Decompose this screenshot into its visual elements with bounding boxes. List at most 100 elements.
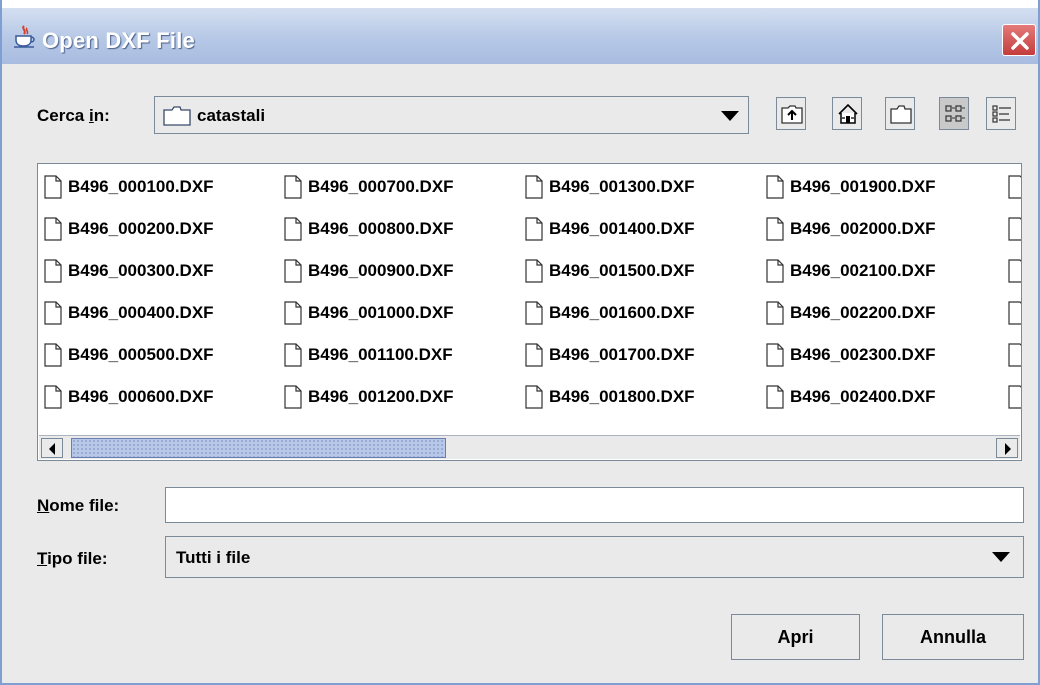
file-icon bbox=[284, 343, 302, 367]
list-item[interactable]: B496_002100.DXF bbox=[766, 256, 936, 286]
cancel-button[interactable]: Annulla bbox=[882, 614, 1024, 660]
title-bar[interactable]: Open DXF File bbox=[2, 0, 1038, 64]
details-view-icon bbox=[992, 105, 1011, 123]
list-item[interactable]: B496_001700.DXF bbox=[525, 340, 695, 370]
list-item[interactable]: B496_002200.DXF bbox=[766, 298, 936, 328]
file-icon bbox=[525, 301, 543, 325]
file-name: B496_001200.DXF bbox=[308, 387, 454, 406]
chevron-down-icon[interactable] bbox=[992, 552, 1010, 562]
java-cup-icon bbox=[14, 25, 35, 48]
file-name: B496_000500.DXF bbox=[68, 345, 214, 364]
window-title: Open DXF File bbox=[42, 28, 195, 53]
file-icon bbox=[44, 301, 62, 325]
file-name: B496_001100.DXF bbox=[308, 345, 453, 364]
file-name: B496_000800.DXF bbox=[308, 219, 454, 238]
file-icon[interactable] bbox=[1008, 217, 1022, 241]
file-name: B496_000900.DXF bbox=[308, 261, 454, 280]
list-item[interactable]: B496_001500.DXF bbox=[525, 256, 695, 286]
details-view-button[interactable] bbox=[986, 97, 1016, 130]
file-icon bbox=[525, 175, 543, 199]
file-name: B496_002200.DXF bbox=[790, 303, 936, 322]
list-item[interactable]: B496_001300.DXF bbox=[525, 172, 695, 202]
list-item[interactable]: B496_000200.DXF bbox=[44, 214, 214, 244]
look-in-value: catastali bbox=[197, 106, 266, 125]
up-folder-icon bbox=[781, 105, 803, 124]
list-item[interactable]: B496_001100.DXF bbox=[284, 340, 453, 370]
list-view-icon bbox=[945, 105, 965, 122]
list-item[interactable]: B496_001600.DXF bbox=[525, 298, 695, 328]
file-icon bbox=[766, 343, 784, 367]
file-icon bbox=[44, 385, 62, 409]
list-item[interactable]: B496_000400.DXF bbox=[44, 298, 214, 328]
list-item[interactable]: B496_001400.DXF bbox=[525, 214, 695, 244]
arrow-right-icon bbox=[1005, 443, 1011, 455]
file-type-label: Tipo file: bbox=[37, 549, 108, 568]
file-icon bbox=[44, 175, 62, 199]
file-name: B496_001300.DXF bbox=[549, 177, 695, 196]
file-type-combo[interactable]: Tutti i file bbox=[165, 536, 1024, 578]
close-icon bbox=[1011, 32, 1029, 50]
up-folder-button[interactable] bbox=[776, 97, 806, 130]
file-icon bbox=[44, 217, 62, 241]
list-item[interactable]: B496_002400.DXF bbox=[766, 382, 936, 412]
file-icon bbox=[44, 343, 62, 367]
file-icon bbox=[766, 385, 784, 409]
file-list[interactable]: B496_000100.DXF B496_000200.DXF B496_000… bbox=[37, 163, 1022, 461]
file-icon bbox=[284, 175, 302, 199]
file-icon[interactable] bbox=[1008, 343, 1022, 367]
file-icon[interactable] bbox=[1008, 385, 1022, 409]
file-icon bbox=[284, 301, 302, 325]
list-item[interactable]: B496_000800.DXF bbox=[284, 214, 454, 244]
list-item[interactable]: B496_002300.DXF bbox=[766, 340, 936, 370]
file-name: B496_001400.DXF bbox=[549, 219, 695, 238]
file-name: B496_000200.DXF bbox=[68, 219, 214, 238]
home-button[interactable] bbox=[832, 97, 862, 130]
list-item[interactable]: B496_000100.DXF bbox=[44, 172, 214, 202]
scroll-thumb[interactable] bbox=[71, 438, 446, 458]
file-icon bbox=[766, 175, 784, 199]
file-type-value: Tutti i file bbox=[176, 548, 251, 567]
open-file-dialog: Open DXF File Cerca in: catastali B496_0… bbox=[0, 0, 1040, 685]
list-item[interactable]: B496_000500.DXF bbox=[44, 340, 214, 370]
list-item[interactable]: B496_000700.DXF bbox=[284, 172, 454, 202]
list-item[interactable]: B496_001200.DXF bbox=[284, 382, 454, 412]
folder-icon bbox=[163, 106, 191, 126]
look-in-label: Cerca in: bbox=[37, 106, 110, 125]
list-item[interactable]: B496_001900.DXF bbox=[766, 172, 936, 202]
file-name-field[interactable] bbox=[165, 487, 1024, 523]
close-button[interactable] bbox=[1002, 24, 1036, 56]
look-in-combo[interactable]: catastali bbox=[154, 96, 749, 134]
file-icon[interactable] bbox=[1008, 301, 1022, 325]
new-folder-button[interactable] bbox=[885, 97, 915, 130]
scroll-right-button[interactable] bbox=[996, 438, 1018, 458]
file-icon bbox=[44, 259, 62, 283]
file-icon bbox=[766, 301, 784, 325]
open-button[interactable]: Apri bbox=[731, 614, 860, 660]
scroll-left-button[interactable] bbox=[41, 438, 63, 458]
file-icon[interactable] bbox=[1008, 175, 1022, 199]
file-icon bbox=[525, 217, 543, 241]
file-name: B496_001600.DXF bbox=[549, 303, 695, 322]
list-item[interactable]: B496_001800.DXF bbox=[525, 382, 695, 412]
file-icon bbox=[284, 217, 302, 241]
chevron-down-icon[interactable] bbox=[721, 111, 739, 121]
list-item[interactable]: B496_000600.DXF bbox=[44, 382, 214, 412]
file-icon bbox=[284, 385, 302, 409]
list-item[interactable]: B496_000300.DXF bbox=[44, 256, 214, 286]
file-name-label: Nome file: bbox=[37, 496, 120, 515]
file-icon bbox=[766, 259, 784, 283]
file-icon[interactable] bbox=[1008, 259, 1022, 283]
list-item[interactable]: B496_001000.DXF bbox=[284, 298, 454, 328]
file-icon bbox=[766, 217, 784, 241]
file-name: B496_001500.DXF bbox=[549, 261, 695, 280]
file-name: B496_002300.DXF bbox=[790, 345, 936, 364]
list-view-button[interactable] bbox=[939, 97, 969, 130]
home-icon bbox=[838, 104, 858, 124]
horizontal-scrollbar[interactable] bbox=[39, 435, 1020, 459]
list-item[interactable]: B496_000900.DXF bbox=[284, 256, 454, 286]
file-name: B496_000100.DXF bbox=[68, 177, 214, 196]
file-name: B496_001700.DXF bbox=[549, 345, 695, 364]
file-icon bbox=[525, 385, 543, 409]
list-item[interactable]: B496_002000.DXF bbox=[766, 214, 936, 244]
file-name: B496_001800.DXF bbox=[549, 387, 695, 406]
